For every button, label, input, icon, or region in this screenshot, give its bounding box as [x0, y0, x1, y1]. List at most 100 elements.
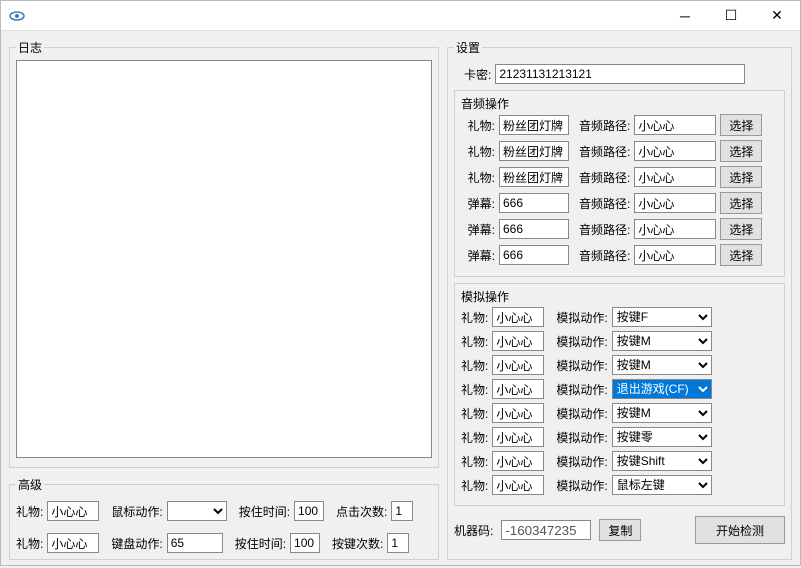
sim-gift-label: 礼物:: [461, 429, 488, 446]
sim-gift-input[interactable]: [492, 379, 544, 399]
minimize-button[interactable]: ─: [662, 1, 708, 31]
sim-action-select[interactable]: 按键F: [612, 307, 712, 327]
sim-action-select[interactable]: 按键M: [612, 403, 712, 423]
mouse-action-select[interactable]: [167, 501, 227, 521]
sim-action-label: 模拟动作:: [556, 309, 607, 326]
sim-action-label: 模拟动作:: [556, 477, 607, 494]
audio-path-input[interactable]: [634, 115, 716, 135]
sim-gift-input[interactable]: [492, 427, 544, 447]
gift-input-2[interactable]: [47, 533, 99, 553]
sim-gift-input[interactable]: [492, 451, 544, 471]
click-count-label: 点击次数:: [336, 503, 387, 520]
audio-value-input[interactable]: [499, 219, 569, 239]
audio-path-input[interactable]: [634, 141, 716, 161]
audio-select-button[interactable]: 选择: [720, 218, 762, 240]
sim-action-select[interactable]: 退出游戏(CF): [612, 379, 712, 399]
machine-code-label: 机器码:: [454, 522, 493, 539]
audio-group: 音频操作 礼物:音频路径:选择礼物:音频路径:选择礼物:音频路径:选择弹幕:音频…: [454, 90, 785, 277]
sim-action-select[interactable]: 按键Shift: [612, 451, 712, 471]
audio-path-label: 音频路径:: [579, 143, 630, 160]
sim-gift-input[interactable]: [492, 475, 544, 495]
audio-type-label: 弹幕:: [461, 221, 495, 238]
log-legend: 日志: [16, 39, 44, 56]
keyboard-action-label: 键盘动作:: [111, 535, 162, 552]
audio-path-label: 音频路径:: [579, 195, 630, 212]
sim-action-label: 模拟动作:: [556, 429, 607, 446]
log-panel: 日志: [9, 39, 439, 468]
sim-gift-input[interactable]: [492, 355, 544, 375]
audio-type-label: 礼物:: [461, 117, 495, 134]
sim-gift-label: 礼物:: [461, 453, 488, 470]
card-input[interactable]: [495, 64, 745, 84]
sim-action-select[interactable]: 按键零: [612, 427, 712, 447]
titlebar: ─ ☐ ✕: [1, 1, 800, 31]
sim-action-label: 模拟动作:: [556, 333, 607, 350]
audio-path-label: 音频路径:: [579, 247, 630, 264]
audio-type-label: 弹幕:: [461, 195, 495, 212]
close-button[interactable]: ✕: [754, 1, 800, 31]
advanced-legend: 高级: [16, 476, 44, 493]
audio-value-input[interactable]: [499, 167, 569, 187]
maximize-button[interactable]: ☐: [708, 1, 754, 31]
audio-select-button[interactable]: 选择: [720, 166, 762, 188]
copy-button[interactable]: 复制: [599, 519, 641, 541]
audio-path-input[interactable]: [634, 245, 716, 265]
sim-gift-label: 礼物:: [461, 381, 488, 398]
audio-type-label: 礼物:: [461, 143, 495, 160]
audio-path-input[interactable]: [634, 193, 716, 213]
audio-select-button[interactable]: 选择: [720, 114, 762, 136]
settings-panel: 设置 卡密: 音频操作 礼物:音频路径:选择礼物:音频路径:选择礼物:音频路径:…: [447, 39, 792, 560]
audio-value-input[interactable]: [499, 115, 569, 135]
hold-time-input-2[interactable]: [290, 533, 320, 553]
sim-gift-input[interactable]: [492, 403, 544, 423]
gift-label: 礼物:: [16, 503, 43, 520]
sim-gift-label: 礼物:: [461, 477, 488, 494]
gift-label-2: 礼物:: [16, 535, 43, 552]
sim-gift-label: 礼物:: [461, 405, 488, 422]
key-count-label: 按键次数:: [332, 535, 383, 552]
log-textarea[interactable]: [16, 60, 432, 458]
sim-gift-input[interactable]: [492, 331, 544, 351]
sim-gift-label: 礼物:: [461, 357, 488, 374]
sim-action-select[interactable]: 按键M: [612, 331, 712, 351]
start-detect-button[interactable]: 开始检测: [695, 516, 785, 544]
audio-value-input[interactable]: [499, 141, 569, 161]
content-area: 日志 高级 礼物: 鼠标动作: 按住时间: 点击次数: 礼物:: [1, 31, 800, 568]
audio-path-input[interactable]: [634, 219, 716, 239]
audio-select-button[interactable]: 选择: [720, 192, 762, 214]
sim-title: 模拟操作: [461, 288, 778, 305]
audio-select-button[interactable]: 选择: [720, 140, 762, 162]
sim-action-label: 模拟动作:: [556, 357, 607, 374]
audio-select-button[interactable]: 选择: [720, 244, 762, 266]
audio-path-label: 音频路径:: [579, 221, 630, 238]
main-window: ─ ☐ ✕ 日志 高级 礼物: 鼠标动作: 按住时间: 点击次数:: [0, 0, 801, 566]
hold-time-label-1: 按住时间:: [239, 503, 290, 520]
sim-action-label: 模拟动作:: [556, 405, 607, 422]
audio-path-label: 音频路径:: [579, 117, 630, 134]
settings-legend: 设置: [454, 39, 482, 56]
sim-action-select[interactable]: 鼠标左键: [612, 475, 712, 495]
sim-gift-input[interactable]: [492, 307, 544, 327]
mouse-action-label: 鼠标动作:: [111, 503, 162, 520]
audio-path-label: 音频路径:: [579, 169, 630, 186]
app-icon: [9, 8, 25, 24]
sim-gift-label: 礼物:: [461, 333, 488, 350]
machine-code-input[interactable]: [501, 520, 591, 540]
hold-time-input-1[interactable]: [294, 501, 324, 521]
audio-value-input[interactable]: [499, 193, 569, 213]
card-label: 卡密:: [464, 66, 491, 83]
audio-type-label: 弹幕:: [461, 247, 495, 264]
key-count-input[interactable]: [387, 533, 409, 553]
audio-path-input[interactable]: [634, 167, 716, 187]
keyboard-action-input[interactable]: [167, 533, 223, 553]
footer-row: 机器码: 复制 开始检测: [454, 516, 785, 544]
advanced-panel: 高级 礼物: 鼠标动作: 按住时间: 点击次数: 礼物: 键盘动作: 按住: [9, 476, 439, 560]
hold-time-label-2: 按住时间:: [235, 535, 286, 552]
sim-action-label: 模拟动作:: [556, 381, 607, 398]
click-count-input[interactable]: [391, 501, 413, 521]
sim-group: 模拟操作 礼物: 模拟动作: 按键F 礼物: 模拟动作: 按键M 礼物: 模拟动作: 按键M 礼物…: [454, 283, 785, 506]
audio-type-label: 礼物:: [461, 169, 495, 186]
audio-value-input[interactable]: [499, 245, 569, 265]
sim-action-select[interactable]: 按键M: [612, 355, 712, 375]
gift-input-1[interactable]: [47, 501, 99, 521]
